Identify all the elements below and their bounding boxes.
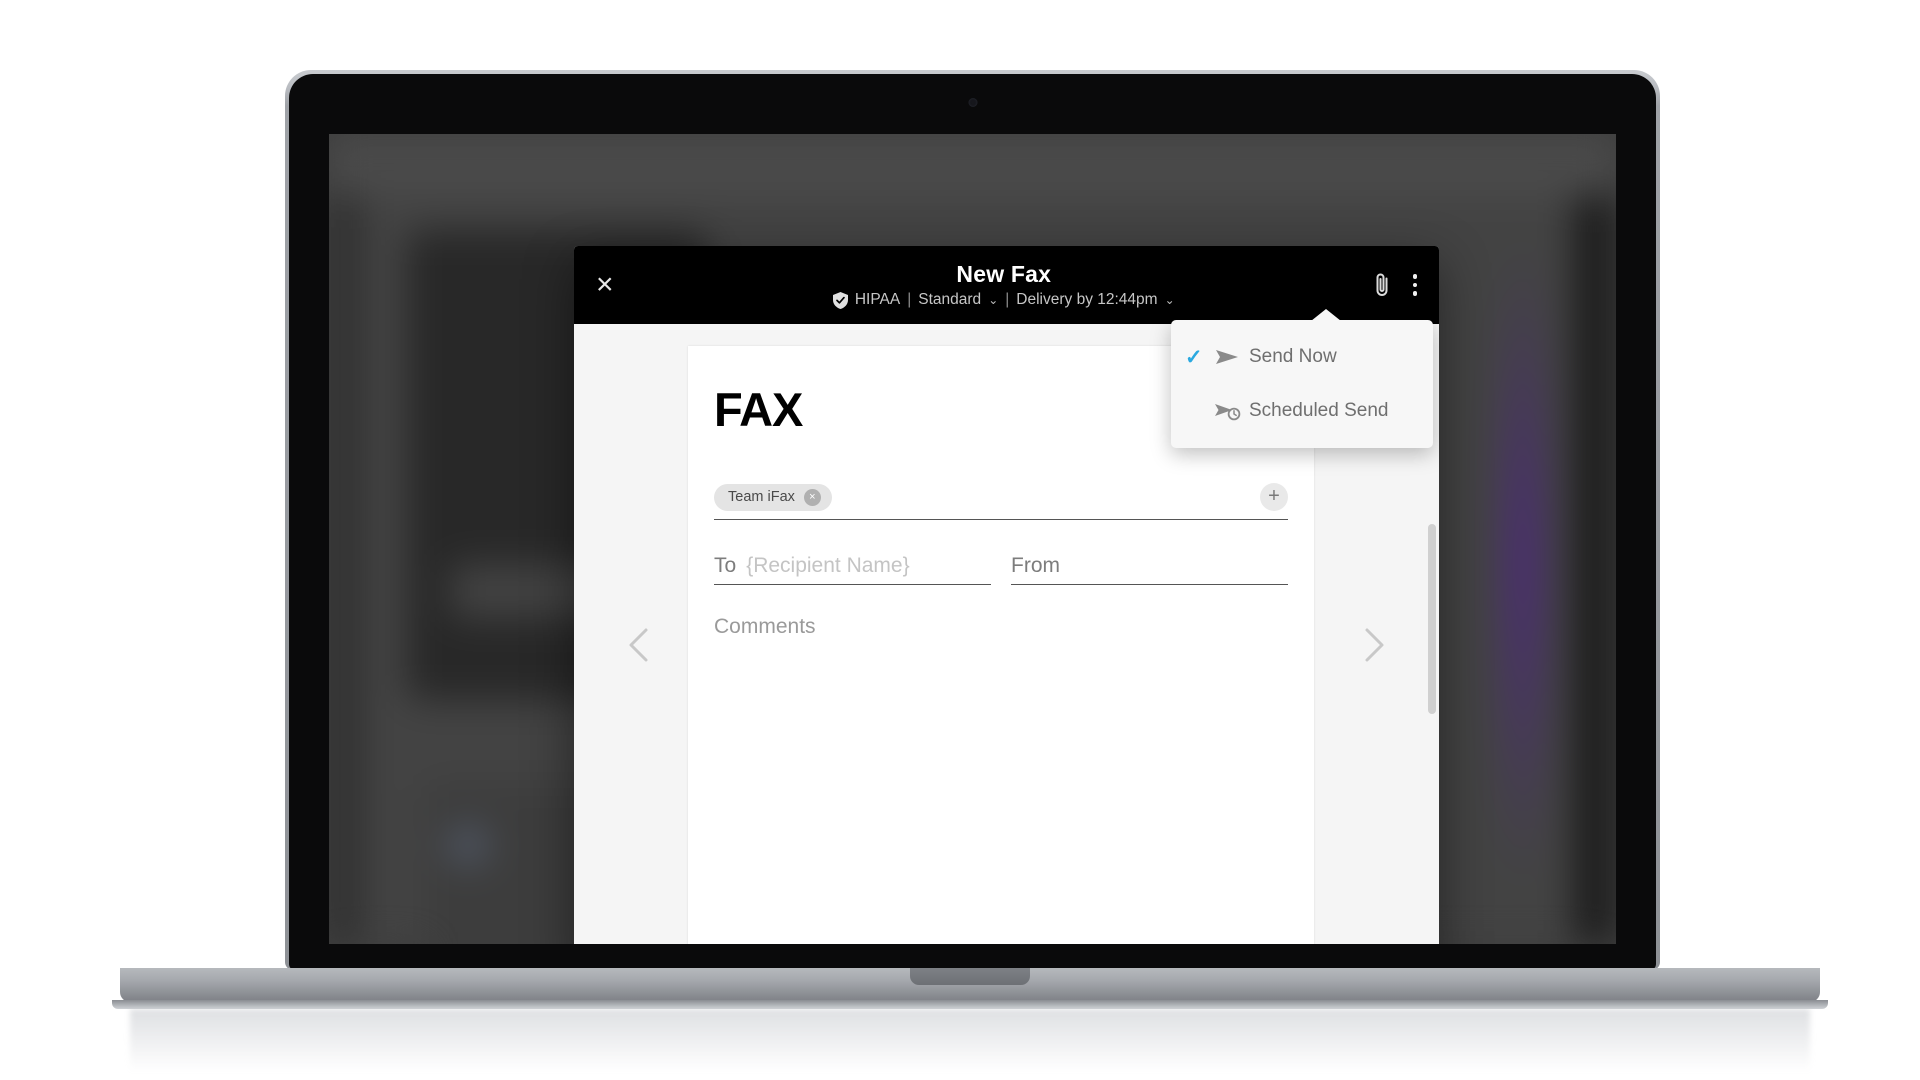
shield-check-icon: [832, 291, 848, 309]
quality-selector-label[interactable]: Standard: [918, 291, 981, 309]
from-label: From: [1011, 554, 1060, 577]
to-from-fields: To {Recipient Name} From: [714, 554, 1288, 585]
recipients-row: Team iFax × +: [714, 483, 1288, 520]
to-field[interactable]: To {Recipient Name}: [714, 554, 991, 585]
paperclip-icon[interactable]: [1374, 272, 1391, 298]
delivery-selector-label[interactable]: Delivery by 12:44pm: [1016, 291, 1157, 309]
menu-item-send-now-label: Send Now: [1249, 346, 1337, 367]
modal-header: × New Fax HIPAA | Standard ⌄ | Delivery …: [574, 246, 1439, 324]
screenshot-root: × New Fax HIPAA | Standard ⌄ | Delivery …: [0, 0, 1920, 1080]
background-purple-glow: [1488, 244, 1558, 884]
to-label: To: [714, 554, 737, 577]
new-fax-modal: × New Fax HIPAA | Standard ⌄ | Delivery …: [574, 246, 1439, 944]
close-modal-button[interactable]: ×: [596, 270, 634, 300]
comments-input-placeholder[interactable]: Comments: [714, 615, 1288, 639]
document-scrollbar[interactable]: [1428, 524, 1436, 714]
page-title: New Fax: [956, 261, 1052, 287]
laptop-lid: × New Fax HIPAA | Standard ⌄ | Delivery …: [285, 70, 1660, 970]
laptop-bezel: × New Fax HIPAA | Standard ⌄ | Delivery …: [289, 74, 1656, 970]
modal-header-center: New Fax HIPAA | Standard ⌄ | Delivery by…: [634, 261, 1374, 309]
modal-header-actions: [1374, 272, 1417, 298]
header-separator-2: |: [1005, 291, 1010, 308]
laptop-foot: [112, 1000, 1828, 1009]
add-recipient-button[interactable]: +: [1260, 483, 1288, 511]
laptop-base: [120, 968, 1820, 1002]
check-icon: ✓: [1185, 345, 1203, 369]
quality-chevron-down-icon[interactable]: ⌄: [988, 293, 998, 307]
to-input-placeholder[interactable]: {Recipient Name}: [746, 554, 909, 578]
more-vertical-icon[interactable]: [1412, 274, 1417, 296]
modal-subtitle-bar: HIPAA | Standard ⌄ | Delivery by 12:44pm…: [634, 291, 1374, 309]
background-avatar: [447, 824, 489, 866]
scheduled-send-icon: [1215, 402, 1249, 421]
background-topbar: [329, 134, 1616, 196]
delivery-dropdown-menu: ✓ Send Now Scheduled Send: [1171, 309, 1433, 448]
camera-dot: [968, 98, 977, 107]
from-field[interactable]: From: [1011, 554, 1288, 585]
menu-item-send-now[interactable]: ✓ Send Now: [1171, 330, 1433, 384]
prev-page-button[interactable]: [618, 623, 662, 667]
hipaa-badge-label: HIPAA: [854, 291, 901, 308]
background-sidebar: [329, 196, 361, 944]
laptop-reflection: [130, 1009, 1810, 1071]
menu-item-scheduled-send-label: Scheduled Send: [1249, 400, 1389, 421]
send-plane-icon: [1215, 348, 1249, 366]
menu-item-scheduled-send[interactable]: Scheduled Send: [1171, 384, 1433, 438]
recipient-chip[interactable]: Team iFax ×: [714, 483, 832, 511]
background-right-column: [1574, 196, 1616, 944]
next-page-button[interactable]: [1351, 623, 1395, 667]
header-separator-1: |: [907, 291, 912, 308]
delivery-chevron-down-icon[interactable]: ⌄: [1165, 293, 1175, 307]
remove-recipient-icon[interactable]: ×: [803, 488, 821, 506]
laptop-screen: × New Fax HIPAA | Standard ⌄ | Delivery …: [329, 134, 1616, 944]
recipient-chip-label: Team iFax: [728, 489, 795, 505]
dropdown-arrow: [1311, 309, 1341, 321]
